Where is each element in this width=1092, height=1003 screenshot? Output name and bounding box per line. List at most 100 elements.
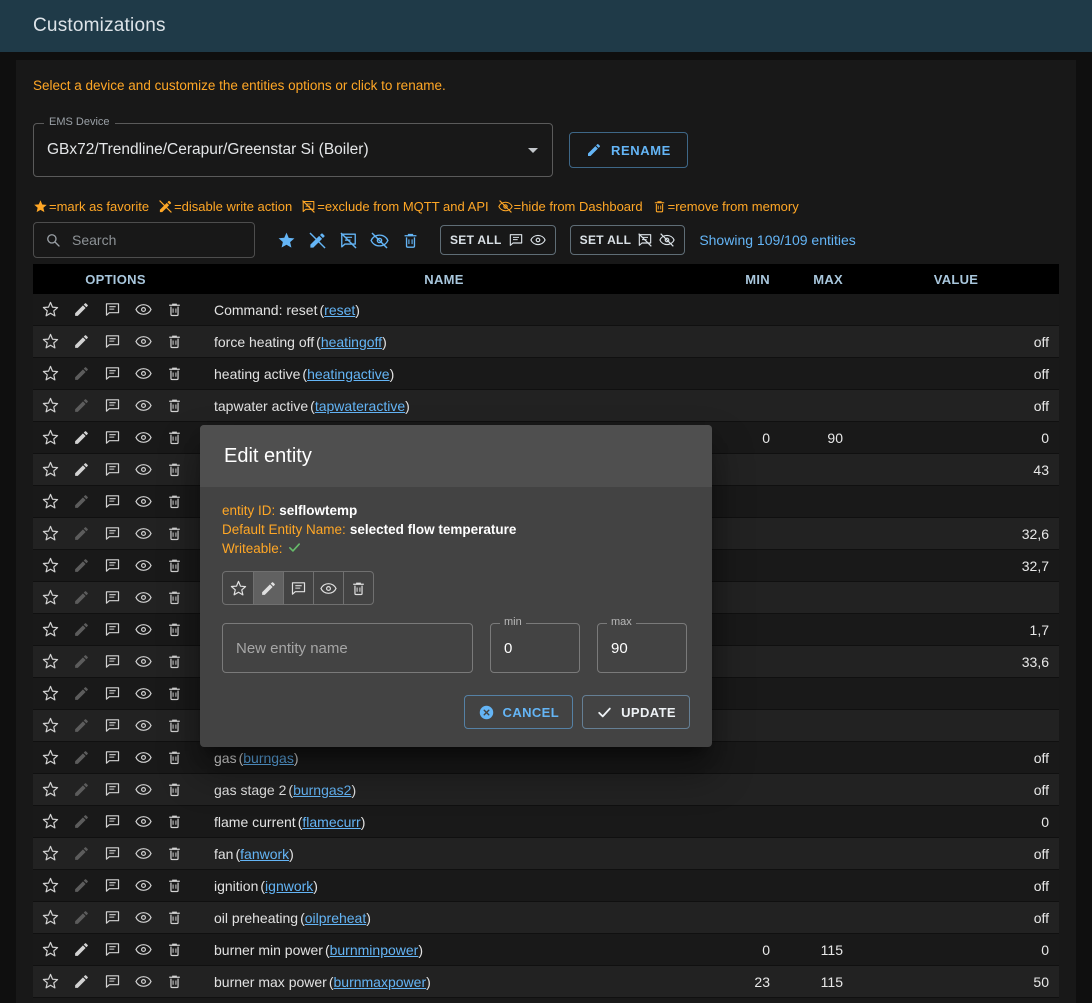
favorite-star-button[interactable] [35, 774, 66, 805]
delete-button[interactable] [159, 358, 190, 389]
favorite-toggle[interactable] [223, 572, 253, 604]
favorite-star-button[interactable] [35, 646, 66, 677]
edit-pencil-button[interactable] [66, 358, 97, 389]
mqtt-exclude-button[interactable] [97, 326, 128, 357]
visibility-button[interactable] [128, 390, 159, 421]
visibility-button[interactable] [128, 646, 159, 677]
mqtt-exclude-button[interactable] [97, 518, 128, 549]
favorite-star-button[interactable] [35, 486, 66, 517]
edit-pencil-button[interactable] [66, 550, 97, 581]
favorite-star-button[interactable] [35, 582, 66, 613]
table-row[interactable]: gas stage 2(burngas2) off [33, 774, 1059, 806]
visibility-button[interactable] [128, 294, 159, 325]
favorite-star-button[interactable] [35, 838, 66, 869]
star-filter-button[interactable] [271, 225, 302, 256]
entity-id-link[interactable]: burngas [243, 750, 294, 766]
mqtt-exclude-button[interactable] [97, 742, 128, 773]
edit-pencil-button[interactable] [66, 870, 97, 901]
delete-button[interactable] [159, 582, 190, 613]
table-row[interactable]: force heating off(heatingoff) off [33, 326, 1059, 358]
mqtt-exclude-button[interactable] [97, 806, 128, 837]
delete-button[interactable] [159, 614, 190, 645]
entity-id-link[interactable]: reset [324, 302, 355, 318]
delete-toggle[interactable] [343, 572, 373, 604]
entity-id-link[interactable]: oilpreheat [305, 910, 367, 926]
edit-pencil-button[interactable] [66, 486, 97, 517]
rename-button[interactable]: RENAME [569, 132, 688, 168]
entity-id-link[interactable]: heatingactive [307, 366, 390, 382]
mqtt-exclude-button[interactable] [97, 870, 128, 901]
mqtt-exclude-button[interactable] [97, 486, 128, 517]
entity-id-link[interactable]: heatingoff [321, 334, 382, 350]
edit-pencil-button[interactable] [66, 326, 97, 357]
table-row[interactable]: () [33, 998, 1059, 1003]
delete-button[interactable] [159, 454, 190, 485]
visibility-button[interactable] [128, 742, 159, 773]
mqtt-exclude-button[interactable] [97, 294, 128, 325]
entity-id-link[interactable]: tapwateractive [315, 398, 405, 414]
edit-pencil-button[interactable] [66, 742, 97, 773]
favorite-star-button[interactable] [35, 294, 66, 325]
set-all-disable-button[interactable]: SET ALL [570, 225, 686, 255]
set-all-enable-button[interactable]: SET ALL [440, 225, 556, 255]
favorite-star-button[interactable] [35, 806, 66, 837]
delete-button[interactable] [159, 294, 190, 325]
max-input[interactable] [598, 624, 686, 672]
edit-pencil-button[interactable] [66, 902, 97, 933]
favorite-star-button[interactable] [35, 870, 66, 901]
visibility-button[interactable] [128, 550, 159, 581]
entity-id-link[interactable]: flamecurr [302, 814, 360, 830]
table-row[interactable]: burner max power(burnmaxpower) 23 115 50 [33, 966, 1059, 998]
search-input[interactable] [70, 231, 244, 249]
mqtt-exclude-toggle[interactable] [283, 572, 313, 604]
favorite-star-button[interactable] [35, 326, 66, 357]
visibility-button[interactable] [128, 422, 159, 453]
visibility-button[interactable] [128, 806, 159, 837]
visibility-button[interactable] [128, 326, 159, 357]
edit-pencil-button[interactable] [66, 998, 97, 1003]
delete-button[interactable] [159, 902, 190, 933]
table-row[interactable]: oil preheating(oilpreheat) off [33, 902, 1059, 934]
search-box[interactable] [33, 222, 255, 258]
table-row[interactable]: fan(fanwork) off [33, 838, 1059, 870]
mqtt-exclude-button[interactable] [97, 678, 128, 709]
delete-button[interactable] [159, 486, 190, 517]
delete-button[interactable] [159, 422, 190, 453]
mqtt-exclude-button[interactable] [97, 966, 128, 997]
delete-button[interactable] [159, 550, 190, 581]
mqtt-exclude-button[interactable] [97, 582, 128, 613]
favorite-star-button[interactable] [35, 390, 66, 421]
favorite-star-button[interactable] [35, 966, 66, 997]
visibility-button[interactable] [128, 358, 159, 389]
visibility-button[interactable] [128, 838, 159, 869]
delete-button[interactable] [159, 678, 190, 709]
visibility-button[interactable] [128, 870, 159, 901]
delete-button[interactable] [159, 870, 190, 901]
delete-button[interactable] [159, 966, 190, 997]
cancel-button[interactable]: CANCEL [464, 695, 574, 729]
mqtt-exclude-button[interactable] [97, 550, 128, 581]
mqtt-exclude-button[interactable] [97, 710, 128, 741]
favorite-star-button[interactable] [35, 422, 66, 453]
edit-pencil-button[interactable] [66, 710, 97, 741]
mqtt-exclude-button[interactable] [97, 902, 128, 933]
favorite-star-button[interactable] [35, 518, 66, 549]
favorite-star-button[interactable] [35, 710, 66, 741]
visibility-button[interactable] [128, 998, 159, 1003]
trash-filter-button[interactable] [395, 225, 426, 256]
update-button[interactable]: UPDATE [582, 695, 690, 729]
visibility-button[interactable] [128, 902, 159, 933]
visibility-button[interactable] [128, 582, 159, 613]
edit-pencil-button[interactable] [66, 934, 97, 965]
favorite-star-button[interactable] [35, 742, 66, 773]
visibility-toggle[interactable] [313, 572, 343, 604]
edit-pencil-button[interactable] [66, 582, 97, 613]
eye-off-filter-button[interactable] [364, 225, 395, 256]
table-row[interactable]: Command: reset(reset) [33, 294, 1059, 326]
favorite-star-button[interactable] [35, 902, 66, 933]
visibility-button[interactable] [128, 486, 159, 517]
delete-button[interactable] [159, 646, 190, 677]
write-toggle[interactable] [253, 572, 283, 604]
edit-pencil-button[interactable] [66, 966, 97, 997]
edit-pencil-button[interactable] [66, 646, 97, 677]
